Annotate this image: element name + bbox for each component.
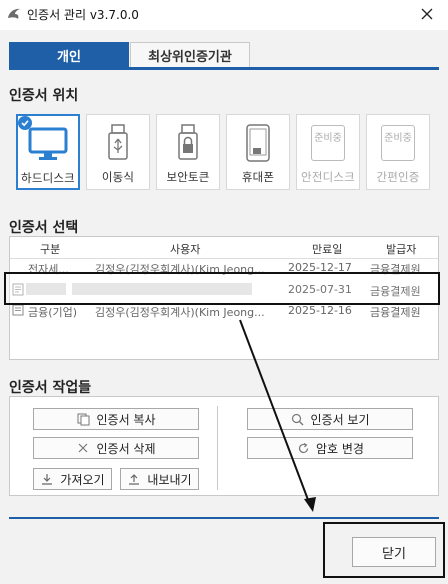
table-row[interactable]: 금융(기업) 김정우(김정우회계사)(Kim Jeong... 2025-12-… <box>10 303 438 319</box>
footer-divider <box>9 517 439 519</box>
view-cert-label: 인증서 보기 <box>310 412 370 427</box>
import-button[interactable]: 가져오기 <box>33 468 112 490</box>
panel-divider <box>217 406 218 490</box>
delete-cert-button[interactable]: 인증서 삭제 <box>33 437 199 459</box>
tile-label: 이동식 <box>101 170 135 184</box>
delete-cert-label: 인증서 삭제 <box>96 441 156 456</box>
tasks-section-title: 인증서 작업들 <box>9 380 92 396</box>
export-label: 내보내기 <box>147 472 192 487</box>
magnifier-icon <box>290 412 304 426</box>
tile-label: 하드디스크 <box>21 171 75 185</box>
certificate-icon <box>12 304 24 319</box>
copy-cert-label: 인증서 복사 <box>96 412 156 427</box>
copy-icon <box>76 412 90 426</box>
download-arrow-icon <box>40 472 54 486</box>
close-icon <box>421 8 433 20</box>
location-removable[interactable]: 이동식 <box>86 114 150 190</box>
cell-issuer: 금융결제원 <box>370 306 421 319</box>
check-icon <box>18 116 32 130</box>
preparing-badge-icon: 준비중 <box>367 123 429 163</box>
preparing-label: 준비중 <box>384 133 412 144</box>
app-logo-icon <box>6 6 22 22</box>
tile-label: 휴대폰 <box>241 170 275 184</box>
view-cert-button[interactable]: 인증서 보기 <box>247 408 413 430</box>
location-security-token[interactable]: 보안토큰 <box>156 114 220 190</box>
tile-label: 간편인증 <box>376 170 420 184</box>
preparing-badge-icon: 준비중 <box>297 123 359 163</box>
tab-personal[interactable]: 개인 <box>9 42 129 68</box>
location-safe-disk: 준비중 안전디스크 <box>296 114 360 190</box>
phone-icon <box>227 123 289 163</box>
import-label: 가져오기 <box>60 472 105 487</box>
location-simple-auth: 준비중 간편인증 <box>366 114 430 190</box>
window-close-button[interactable] <box>412 3 442 25</box>
monitor-icon <box>18 124 78 164</box>
change-password-label: 암호 변경 <box>316 441 364 456</box>
col-header-issuer[interactable]: 발급자 <box>386 241 416 257</box>
preparing-label: 준비중 <box>314 133 342 144</box>
col-header-user[interactable]: 사용자 <box>170 241 200 257</box>
header-divider <box>10 258 438 259</box>
lock-token-icon <box>157 123 219 163</box>
tile-label: 보안토큰 <box>166 170 210 184</box>
upload-arrow-icon <box>127 472 141 486</box>
cell-user: 김정우(김정우회계사)(Kim Jeong... <box>95 306 265 319</box>
refresh-icon <box>296 441 310 455</box>
selection-section-title: 인증서 선택 <box>9 220 79 236</box>
location-phone[interactable]: 휴대폰 <box>226 114 290 190</box>
tab-underline <box>9 67 439 70</box>
location-section-title: 인증서 위치 <box>9 88 79 104</box>
copy-cert-button[interactable]: 인증서 복사 <box>33 408 199 430</box>
window-title: 인증서 관리 v3.7.0.0 <box>27 8 139 22</box>
usb-icon <box>87 123 149 163</box>
tile-label: 안전디스크 <box>301 170 355 184</box>
cell-expiry: 2025-12-16 <box>288 304 352 317</box>
export-button[interactable]: 내보내기 <box>120 468 199 490</box>
tab-root-ca[interactable]: 최상위인증기관 <box>130 42 250 68</box>
close-button[interactable]: 닫기 <box>352 537 436 567</box>
change-password-button[interactable]: 암호 변경 <box>247 437 413 459</box>
col-header-expiry[interactable]: 만료일 <box>312 241 342 257</box>
delete-x-icon <box>76 441 90 455</box>
col-header-type[interactable]: 구분 <box>40 241 60 257</box>
cell-type: 금융(기업) <box>28 306 78 319</box>
selection-highlight-box <box>4 272 440 305</box>
